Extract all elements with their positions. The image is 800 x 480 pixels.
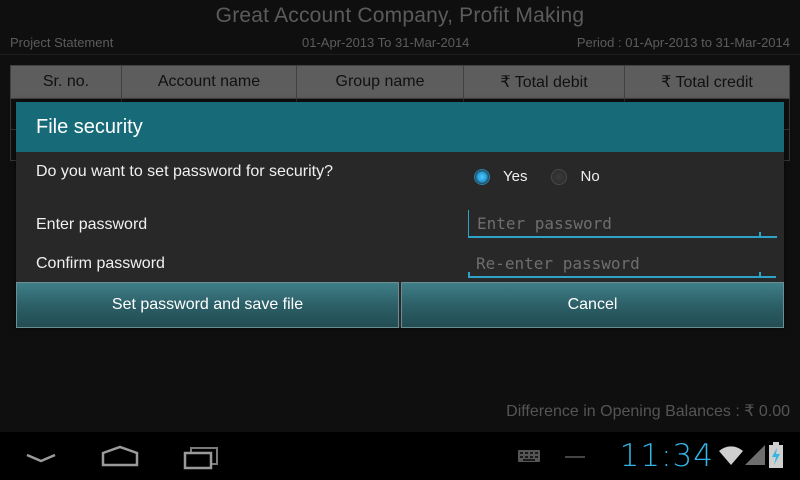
keyboard-icon[interactable]	[518, 450, 540, 462]
input-underline-end	[759, 232, 761, 238]
radio-unchecked-icon	[551, 168, 568, 185]
radio-no-label: No	[580, 168, 600, 185]
back-icon[interactable]	[24, 444, 58, 468]
battery-charging-icon	[769, 442, 783, 468]
password-label: Enter password	[36, 216, 148, 233]
notification-dash-icon	[565, 456, 585, 458]
cell-signal-icon	[745, 445, 765, 465]
home-icon[interactable]	[100, 444, 140, 468]
confirm-password-label: Confirm password	[36, 255, 165, 272]
password-radio-group: Yes No	[474, 168, 624, 185]
wifi-icon	[719, 446, 743, 465]
status-clock[interactable]: 11:34	[620, 438, 714, 474]
password-input[interactable]	[468, 210, 777, 238]
password-question: Do you want to set password for security…	[36, 163, 334, 180]
radio-checked-icon	[474, 168, 490, 185]
input-underline-start	[468, 272, 470, 278]
recent-apps-icon[interactable]	[182, 444, 220, 470]
radio-no[interactable]: No	[551, 168, 600, 185]
cancel-button[interactable]: Cancel	[401, 282, 784, 328]
system-navigation-bar: 11:34	[0, 432, 800, 480]
dialog-title: File security	[16, 102, 784, 152]
dialog-buttons: Set password and save file Cancel	[16, 282, 784, 328]
radio-yes-label: Yes	[503, 168, 528, 185]
input-underline-end	[759, 272, 761, 278]
confirm-password-input[interactable]	[468, 250, 776, 278]
set-password-save-button[interactable]: Set password and save file	[16, 282, 399, 328]
file-security-dialog: File security Do you want to set passwor…	[16, 102, 784, 328]
radio-yes[interactable]: Yes	[474, 168, 527, 185]
